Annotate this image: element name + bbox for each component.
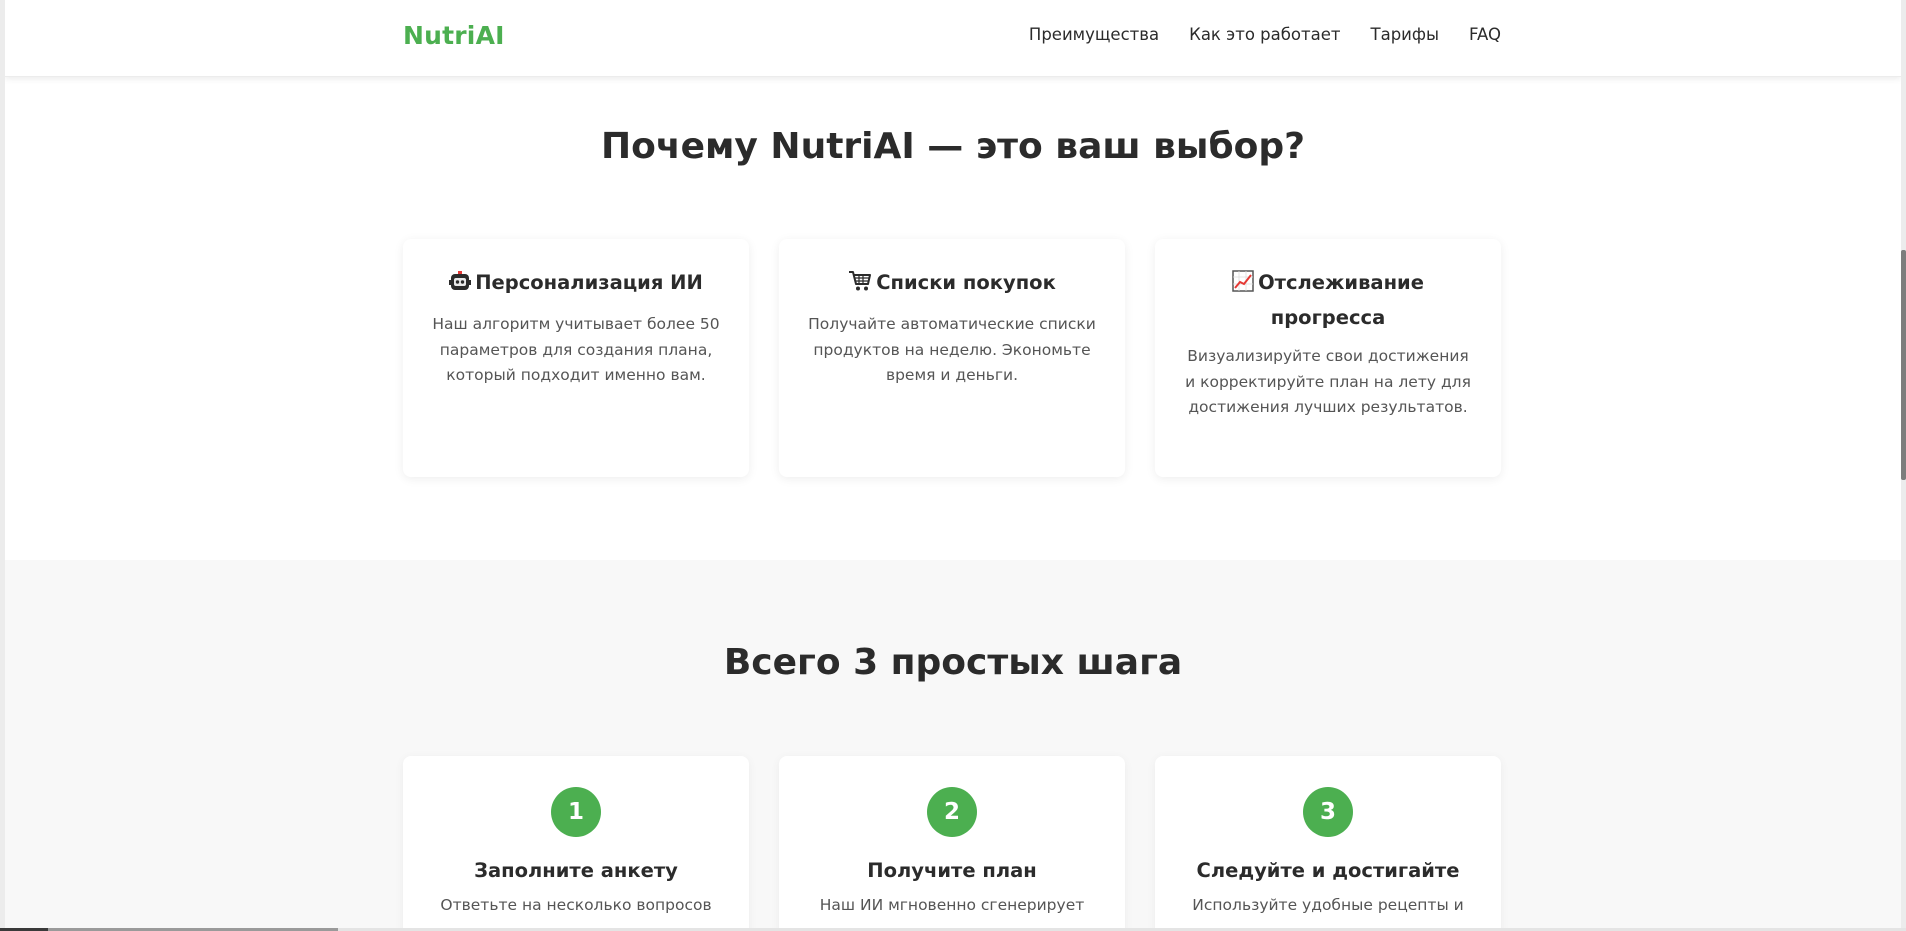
- step-text: Наш ИИ мгновенно сгенерирует: [819, 896, 1085, 914]
- step-number-badge: 1: [551, 787, 601, 837]
- step-title: Следуйте и достигайте: [1196, 859, 1460, 882]
- feature-card-text: Визуализируйте свои достижения и коррект…: [1185, 347, 1471, 416]
- feature-card-heading: Списки покупок: [807, 267, 1097, 302]
- robot-icon: [449, 270, 472, 302]
- feature-card-personalization: Персонализация ИИ Наш алгоритм учитывает…: [403, 239, 749, 477]
- scrollbar-thumb[interactable]: [1901, 250, 1906, 480]
- feature-card-text: Наш алгоритм учитывает более 50 параметр…: [432, 315, 720, 384]
- feature-card-heading: Персонализация ИИ: [431, 267, 721, 302]
- feature-card-text: Получайте автоматические списки продукто…: [808, 315, 1096, 384]
- nav-link-pricing[interactable]: Тарифы: [1371, 25, 1440, 44]
- chart-increasing-icon: [1232, 270, 1254, 302]
- scrollbar-track[interactable]: [1901, 0, 1906, 931]
- site-header: NutriAI Преимущества Как это работает Та…: [5, 0, 1901, 77]
- feature-card-title: Персонализация ИИ: [475, 271, 703, 294]
- nav-link-advantages[interactable]: Преимущества: [1029, 25, 1159, 44]
- step-title: Заполните анкету: [474, 859, 678, 882]
- logo[interactable]: NutriAI: [403, 21, 505, 50]
- features-section: Почему NutriAI — это ваш выбор? Персонал…: [5, 76, 1901, 560]
- feature-card-title: Отслеживание прогресса: [1258, 271, 1424, 329]
- step-card-1: 1 Заполните анкету Ответьте на несколько…: [403, 756, 749, 931]
- feature-card-heading: Отслеживание прогресса: [1183, 267, 1473, 334]
- step-card-3: 3 Следуйте и достигайте Используйте удоб…: [1155, 756, 1501, 931]
- feature-card-title: Списки покупок: [876, 271, 1056, 294]
- step-number-badge: 2: [927, 787, 977, 837]
- steps-title: Всего 3 простых шага: [723, 642, 1183, 683]
- how-it-works-section: Всего 3 простых шага 1 Заполните анкету …: [5, 560, 1901, 931]
- step-number-badge: 3: [1303, 787, 1353, 837]
- step-card-2: 2 Получите план Наш ИИ мгновенно сгенери…: [779, 756, 1125, 931]
- steps-cards: 1 Заполните анкету Ответьте на несколько…: [403, 756, 1503, 931]
- step-title: Получите план: [867, 859, 1037, 882]
- nav-link-how-it-works[interactable]: Как это работает: [1189, 25, 1340, 44]
- main-nav: Преимущества Как это работает Тарифы FAQ: [1029, 25, 1501, 44]
- features-title: Почему NutriAI — это ваш выбор?: [601, 126, 1305, 167]
- step-text: Ответьте на несколько вопросов: [440, 896, 712, 914]
- page-viewport: NutriAI Преимущества Как это работает Та…: [5, 0, 1901, 931]
- shopping-cart-icon: [848, 270, 872, 302]
- features-cards: Персонализация ИИ Наш алгоритм учитывает…: [403, 239, 1503, 477]
- nav-link-faq[interactable]: FAQ: [1469, 25, 1501, 44]
- feature-card-progress: Отслеживание прогресса Визуализируйте св…: [1155, 239, 1501, 477]
- step-text: Используйте удобные рецепты и: [1192, 896, 1464, 914]
- feature-card-shopping-lists: Списки покупок Получайте автоматические …: [779, 239, 1125, 477]
